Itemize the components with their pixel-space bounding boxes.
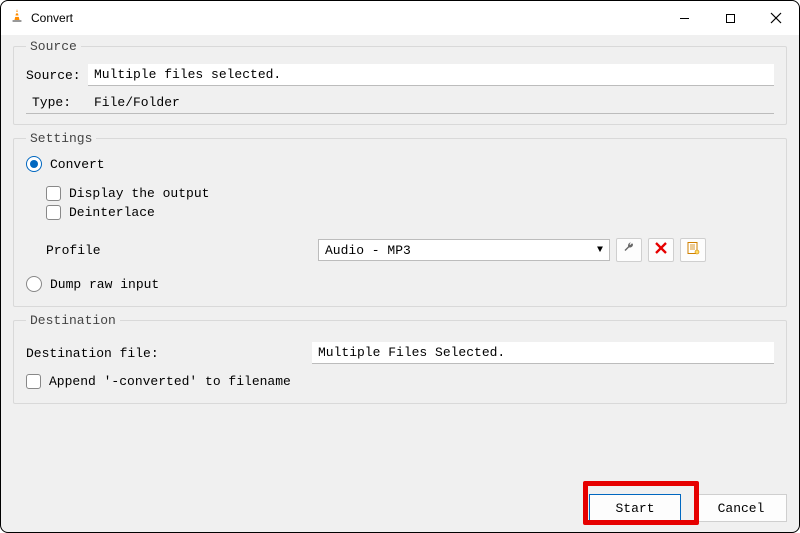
- settings-group: Settings Convert Display the output Dein…: [13, 131, 787, 307]
- maximize-button[interactable]: [707, 1, 753, 35]
- chevron-down-icon: ▼: [597, 245, 603, 256]
- cancel-button-label: Cancel: [718, 501, 765, 516]
- cancel-button[interactable]: Cancel: [695, 494, 787, 522]
- settings-legend: Settings: [26, 131, 96, 146]
- profile-row: Profile Audio - MP3 ▼: [26, 238, 774, 262]
- append-checkbox[interactable]: [26, 374, 41, 389]
- append-row[interactable]: Append '-converted' to filename: [26, 374, 774, 389]
- convert-radio[interactable]: [26, 156, 42, 172]
- deinterlace-label: Deinterlace: [69, 205, 155, 220]
- source-legend: Source: [26, 39, 81, 54]
- source-label: Source:: [26, 68, 88, 83]
- window-controls: [661, 1, 799, 35]
- source-group: Source Source: Type: File/Folder: [13, 39, 787, 125]
- display-output-row[interactable]: Display the output: [46, 186, 774, 201]
- minimize-button[interactable]: [661, 1, 707, 35]
- append-label: Append '-converted' to filename: [49, 374, 291, 389]
- type-value: File/Folder: [94, 95, 180, 110]
- new-profile-button[interactable]: [680, 238, 706, 262]
- start-button[interactable]: Start: [589, 494, 681, 522]
- start-button-label: Start: [615, 501, 654, 516]
- destination-legend: Destination: [26, 313, 120, 328]
- dest-file-input[interactable]: [312, 342, 774, 364]
- dump-raw-label: Dump raw input: [50, 277, 159, 292]
- dest-file-row: Destination file:: [26, 342, 774, 364]
- dump-raw-radio[interactable]: [26, 276, 42, 292]
- profile-label: Profile: [26, 243, 312, 258]
- convert-dialog: Convert Source Source: Type: File/Folder: [0, 0, 800, 533]
- display-output-label: Display the output: [69, 186, 209, 201]
- source-input[interactable]: [88, 64, 774, 86]
- wrench-icon: [622, 241, 636, 259]
- dialog-content: Source Source: Type: File/Folder Setting…: [1, 35, 799, 490]
- profile-select[interactable]: Audio - MP3 ▼: [318, 239, 610, 261]
- delete-icon: [655, 242, 667, 258]
- edit-profile-button[interactable]: [616, 238, 642, 262]
- type-row: Type: File/Folder: [26, 92, 774, 114]
- dump-raw-row[interactable]: Dump raw input: [26, 276, 774, 292]
- type-label: Type:: [32, 95, 94, 110]
- display-output-checkbox[interactable]: [46, 186, 61, 201]
- convert-radio-label: Convert: [50, 157, 105, 172]
- profile-value: Audio - MP3: [325, 243, 411, 258]
- deinterlace-row[interactable]: Deinterlace: [46, 205, 774, 220]
- titlebar: Convert: [1, 1, 799, 35]
- convert-radio-row[interactable]: Convert: [26, 156, 774, 172]
- source-row: Source:: [26, 64, 774, 86]
- window-title: Convert: [31, 11, 73, 25]
- dialog-footer: Start Cancel: [1, 490, 799, 532]
- vlc-icon: [9, 8, 25, 28]
- dest-file-label: Destination file:: [26, 346, 312, 361]
- close-button[interactable]: [753, 1, 799, 35]
- destination-group: Destination Destination file: Append '-c…: [13, 313, 787, 404]
- delete-profile-button[interactable]: [648, 238, 674, 262]
- new-profile-icon: [686, 241, 700, 259]
- deinterlace-checkbox[interactable]: [46, 205, 61, 220]
